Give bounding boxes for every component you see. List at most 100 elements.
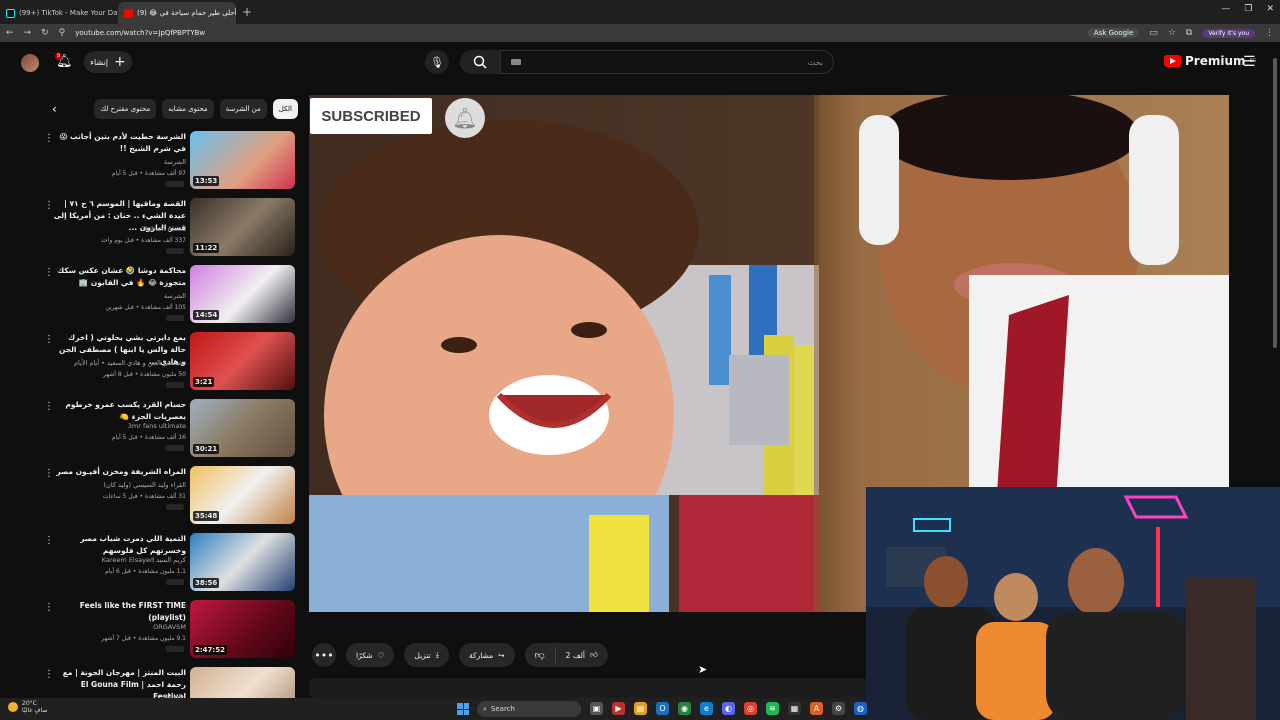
forward-icon[interactable]: → [24, 28, 32, 38]
video-title[interactable]: التمية اللي دمرت شباب مصر وخسرتهم كل فلو… [52, 533, 186, 557]
edge-icon[interactable]: e [700, 702, 713, 715]
bookmark-star-icon[interactable]: ☆ [1168, 28, 1176, 38]
app-icon[interactable]: ◍ [854, 702, 867, 715]
weather-widget[interactable]: 20°C صافٍ غالبًا [8, 700, 47, 714]
cast-icon[interactable]: ▭ [1149, 28, 1158, 38]
share-label: مشاركة [468, 650, 494, 660]
site-info-icon[interactable]: ⚲ [59, 28, 66, 38]
voice-search-button[interactable]: 🎙︎ [425, 50, 449, 74]
list-item[interactable]: ⋮ Feels like the FIRST TIME (playlist) O… [36, 597, 298, 664]
video-title[interactable]: الشرسة حطيت لأدم بتين أجانب 😱 في شرم الش… [52, 131, 186, 155]
list-item[interactable]: ⋮ الشرسة حطيت لأدم بتين أجانب 😱 في شرم ا… [36, 128, 298, 195]
video-thumbnail[interactable]: 38:56 [190, 533, 295, 591]
video-thumbnail[interactable]: 14:54 [190, 265, 295, 323]
spotify-icon[interactable]: ≋ [766, 702, 779, 715]
scrollbar-thumb[interactable] [1273, 58, 1277, 348]
video-thumbnail[interactable]: 30:21 [190, 399, 295, 457]
video-title[interactable]: Feels like the FIRST TIME (playlist) [52, 600, 186, 624]
windows-start-icon[interactable] [457, 703, 469, 715]
chip-recommended[interactable]: محتوى مقترح لك [94, 99, 157, 119]
avatar[interactable] [21, 54, 39, 72]
task-view-icon[interactable]: ▣ [590, 702, 603, 715]
list-item[interactable]: ⋮ بمع دايرتي بشي بحلوتي ( اخرك حالة والس… [36, 329, 298, 396]
file-explorer-icon[interactable]: ▤ [634, 702, 647, 715]
youtube-icon [124, 8, 133, 18]
list-item[interactable]: ⋮ محاكمة دوشا 🤣 عشان عكس سكك متجوزة 😂 🔥 … [36, 262, 298, 329]
chip-from-channel[interactable]: من الشرسة [219, 99, 267, 119]
window-controls: — ❐ ✕ [1221, 4, 1274, 14]
like-button[interactable]: 2 ألف 👍︎ [556, 650, 608, 660]
video-thumbnail[interactable]: 35:48 [190, 466, 295, 524]
ask-google-button[interactable]: Ask Google [1087, 28, 1140, 38]
browser-menu-icon[interactable]: ⋮ [1265, 28, 1274, 38]
video-thumbnail[interactable]: 13:53 [190, 131, 295, 189]
channel-name[interactable]: القراء وليد السيسي (وليد كان) [52, 481, 186, 489]
sun-icon [8, 702, 18, 712]
outlook-icon[interactable]: O [656, 702, 669, 715]
list-item[interactable]: ⋮ المراه الشريفة ومخزن أفيـون مصر القراء… [36, 463, 298, 530]
video-title[interactable]: محاكمة دوشا 🤣 عشان عكس سكك متجوزة 😂 🔥 في… [52, 265, 186, 289]
browser-tab-youtube[interactable]: (9) 😂 أحلى طير حمام سياحة في ... ✕ [118, 2, 236, 24]
list-item[interactable]: ⋮ القصة وماقيها | الموسم ٦ ح ٧١ | عيدة ا… [36, 195, 298, 262]
video-thumbnail[interactable]: 2:47:52 [190, 600, 295, 658]
reload-icon[interactable]: ↻ [41, 28, 49, 38]
channel-name[interactable]: Reham Alaad [52, 225, 186, 233]
thumbs-up-icon: 👍︎ [589, 650, 598, 659]
app-icon[interactable]: ▶ [612, 702, 625, 715]
maximize-icon[interactable]: ❐ [1244, 4, 1252, 14]
new-badge [166, 445, 184, 451]
video-thumbnail[interactable]: 3:21 [190, 332, 295, 390]
channel-name[interactable]: Kareem Elsayed كريم السيد [52, 556, 186, 564]
keyboard-icon[interactable] [511, 59, 521, 65]
create-button[interactable]: إنشاء + [84, 51, 132, 73]
new-badge [166, 382, 184, 388]
minimize-icon[interactable]: — [1221, 4, 1230, 14]
channel-name[interactable]: ORGAVSM [52, 623, 186, 631]
list-item[interactable]: ⋮ حسام القرد يكسب عمرو خرطوم بعصريات الج… [36, 396, 298, 463]
subscribed-overlay: SUBSCRIBED [310, 98, 432, 134]
new-tab-button[interactable]: + [236, 5, 258, 19]
download-button[interactable]: تنزيل ⤓ [404, 643, 449, 667]
app-icon[interactable]: ▦ [788, 702, 801, 715]
extensions-icon[interactable]: ⧉ [1186, 28, 1192, 38]
new-badge [166, 181, 184, 187]
search-button[interactable] [460, 50, 500, 74]
notification-badge: 9 [55, 53, 62, 60]
chip-all[interactable]: الكل [272, 99, 298, 119]
channel-name[interactable]: 3mr fans ultimate [52, 422, 186, 430]
video-meta: 50 مليون مشاهدة • قبل 8 أشهر [103, 371, 186, 378]
chip-similar[interactable]: محتوى مشابه [162, 99, 214, 119]
list-item[interactable]: ⋮ التمية اللي دمرت شباب مصر وخسرتهم كل ف… [36, 530, 298, 597]
app-icon[interactable]: A [810, 702, 823, 715]
video-meta: 1.1 مليون مشاهدة • قبل 6 أيام [105, 568, 186, 575]
taskbar-search[interactable]: ⌕ Search [477, 701, 581, 717]
video-meta: 105 ألف مشاهدة • قبل شهرين [105, 304, 186, 311]
hamburger-menu-icon[interactable]: ☰ [1243, 54, 1256, 70]
thanks-button[interactable]: شكرًا ♡ [346, 643, 395, 667]
verify-profile-button[interactable]: Verify it's you [1202, 28, 1255, 38]
taskbar-apps: ▣ ▶ ▤ O ◉ e ◐ ◎ ≋ ▦ A ⚙ ◍ [590, 702, 867, 715]
back-icon[interactable]: ← [6, 28, 14, 38]
video-title[interactable]: المراه الشريفة ومخزن أفيـون مصر [52, 466, 186, 478]
close-window-icon[interactable]: ✕ [1266, 4, 1274, 14]
discord-icon[interactable]: ◐ [722, 702, 735, 715]
mouse-cursor-icon: ➤ [698, 663, 708, 676]
settings-gear-icon[interactable]: ⚙ [832, 702, 845, 715]
browser-tab-tiktok[interactable]: (99+) TikTok - Make Your Day ✕ [0, 2, 118, 24]
search-input[interactable]: بحث [500, 50, 834, 74]
channel-name[interactable]: مصطفى الجن و هادي السعيد • أيام الأيام [52, 359, 186, 367]
duration-badge: 3:21 [193, 377, 215, 387]
new-badge [166, 504, 184, 510]
url-field[interactable]: youtube.com/watch?v=JpQfPBPTYBw [75, 29, 205, 37]
video-title[interactable]: حسام القرد يكسب عمرو خرطوم بعصريات الجزء… [52, 399, 186, 423]
video-thumbnail[interactable]: 11:22 [190, 198, 295, 256]
more-actions-button[interactable]: ••• [312, 643, 336, 667]
share-button[interactable]: مشاركة ↪ [458, 643, 515, 667]
chrome-icon[interactable]: ◎ [744, 702, 757, 715]
channel-name[interactable]: الشرسة [52, 292, 186, 300]
description-box[interactable] [309, 678, 869, 698]
page-scrollbar[interactable] [1272, 48, 1278, 348]
dislike-button[interactable]: 👎︎ [525, 647, 556, 663]
channel-name[interactable]: الشرسة [52, 158, 186, 166]
app-icon[interactable]: ◉ [678, 702, 691, 715]
